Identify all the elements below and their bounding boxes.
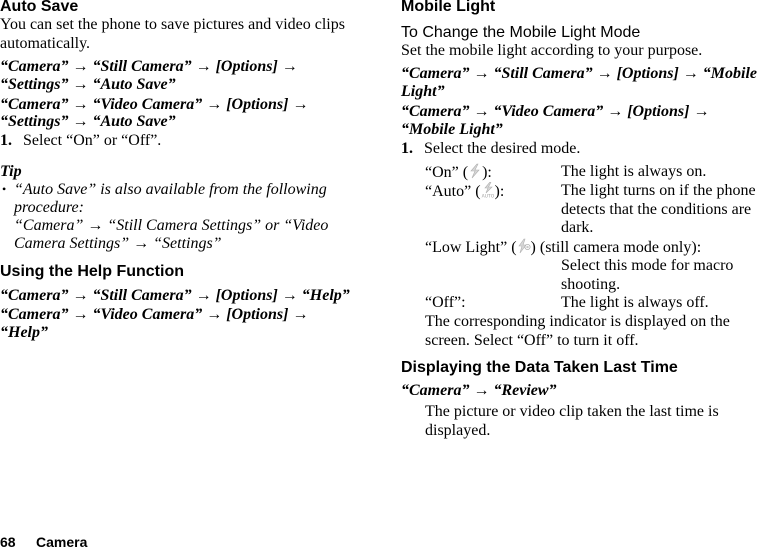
tip-line1: “Auto Save” is also available from the f…: [14, 181, 327, 198]
mobile-light-path1-line1: “Camera” → “Still Camera” → [Options] → …: [401, 65, 758, 82]
mode-auto-label-suffix: ):: [494, 183, 505, 200]
tip-line2: procedure:: [14, 199, 84, 216]
flash-auto-icon: AUTO: [481, 181, 495, 200]
tip-line3: “Camera” → “Still Camera Settings” or “V…: [14, 217, 329, 234]
review-desc-line2: displayed.: [425, 422, 491, 439]
mode-low-light-desc-line2: shooting.: [561, 276, 621, 293]
help-path2-line1: “Camera” → “Video Camera” → [Options] →: [0, 306, 309, 323]
tip-bullet: •: [2, 182, 7, 196]
mode-low-light-label: “Low Light” ( ) (still camera mode only):: [425, 238, 701, 257]
mode-auto-desc-line2: detects that the conditions are: [561, 201, 752, 218]
mobile-light-path2-line1: “Camera” → “Video Camera” → [Options] →: [401, 103, 710, 120]
mobile-light-heading: Mobile Light: [401, 0, 496, 15]
auto-save-path1-line1: “Camera” → “Still Camera” → [Options] →: [0, 58, 298, 75]
mobile-light-desc: Set the mobile light according to your p…: [401, 42, 703, 59]
mode-off-label: “Off”:: [425, 294, 466, 311]
auto-save-step-text: Select “On” or “Off”.: [23, 132, 162, 149]
mode-auto-desc-line3: dark.: [561, 219, 594, 236]
auto-save-path1-line2: “Settings” → “Auto Save”: [0, 76, 176, 93]
review-desc-line1: The picture or video clip taken the last…: [425, 403, 719, 420]
mode-low-light-desc-line1: Select this mode for macro: [561, 257, 734, 274]
mode-on-label-suffix: ):: [482, 164, 492, 181]
review-path: “Camera” → “Review”: [401, 382, 557, 399]
mobile-light-subheading: To Change the Mobile Light Mode: [401, 24, 641, 41]
mobile-light-path2-line2: “Mobile Light”: [401, 121, 503, 138]
mode-auto-label-text: “Auto” (: [425, 183, 481, 200]
mode-auto-label: “Auto” (AUTO):: [425, 181, 505, 201]
help-path2-line2: “Help”: [0, 324, 48, 341]
review-heading: Displaying the Data Taken Last Time: [401, 359, 678, 376]
flash-on-icon: [468, 163, 482, 179]
mode-low-light-label-suffix: ) (still camera mode only):: [530, 239, 702, 256]
help-heading: Using the Help Function: [0, 263, 184, 280]
mode-low-light-label-text: “Low Light” (: [425, 239, 517, 256]
auto-save-heading: Auto Save: [0, 0, 79, 15]
auto-save-desc-line1: You can set the phone to save pictures a…: [0, 16, 345, 33]
mode-on-label-text: “On” (: [425, 164, 469, 181]
auto-save-path2-line1: “Camera” → “Video Camera” → [Options] →: [0, 96, 309, 113]
mobile-light-note-line2: screen. Select “Off” to turn it off.: [425, 332, 639, 349]
mode-auto-desc-line1: The light turns on if the phone: [561, 182, 756, 199]
mobile-light-step-text: Select the desired mode.: [424, 140, 581, 157]
svg-text:AUTO: AUTO: [481, 194, 494, 199]
mobile-light-note-line1: The corresponding indicator is displayed…: [425, 313, 730, 330]
mode-on-desc: The light is always on.: [561, 163, 707, 180]
auto-save-desc-line2: automatically.: [0, 35, 91, 52]
help-path1: “Camera” → “Still Camera” → [Options] → …: [0, 287, 350, 304]
mode-on-label: “On” ():: [425, 163, 492, 182]
low-light-icon: [517, 238, 531, 254]
auto-save-path2-line2: “Settings” → “Auto Save”: [0, 113, 176, 130]
tip-heading: Tip: [0, 163, 22, 180]
auto-save-step-number: 1.: [0, 132, 12, 149]
mobile-light-path1-line2: Light”: [401, 83, 445, 100]
mode-off-desc: The light is always off.: [561, 294, 709, 311]
tip-line4: Camera Settings” → “Settings”: [14, 235, 222, 252]
mobile-light-step-number: 1.: [401, 140, 413, 157]
